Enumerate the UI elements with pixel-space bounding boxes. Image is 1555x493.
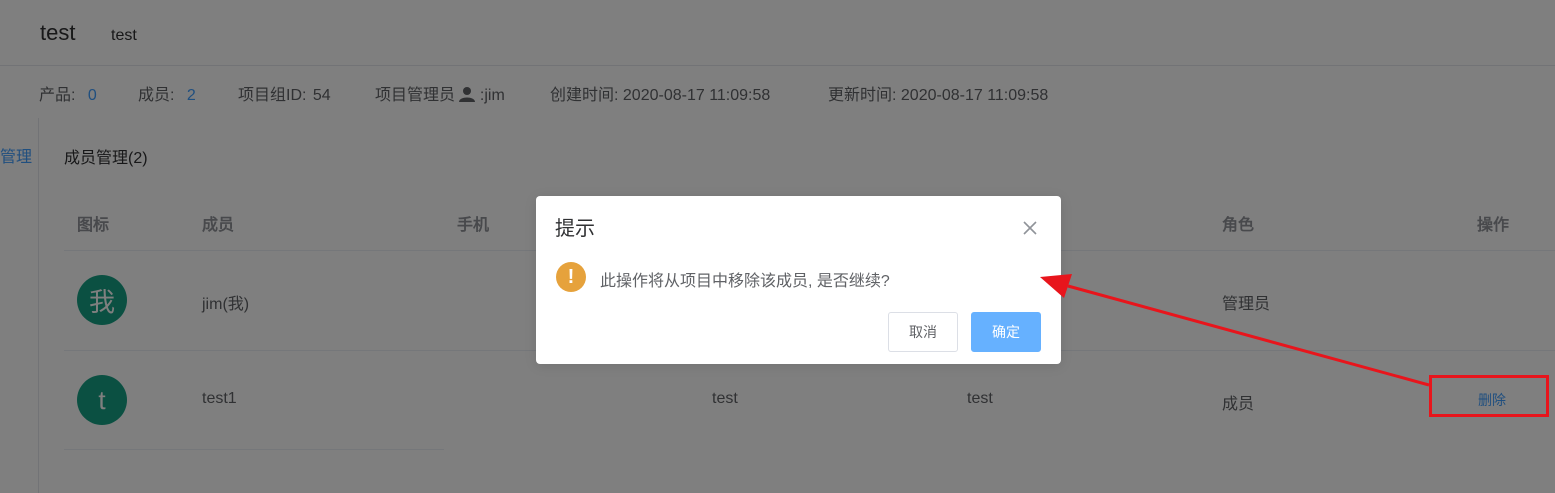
annotation-arrow <box>1040 274 1430 387</box>
